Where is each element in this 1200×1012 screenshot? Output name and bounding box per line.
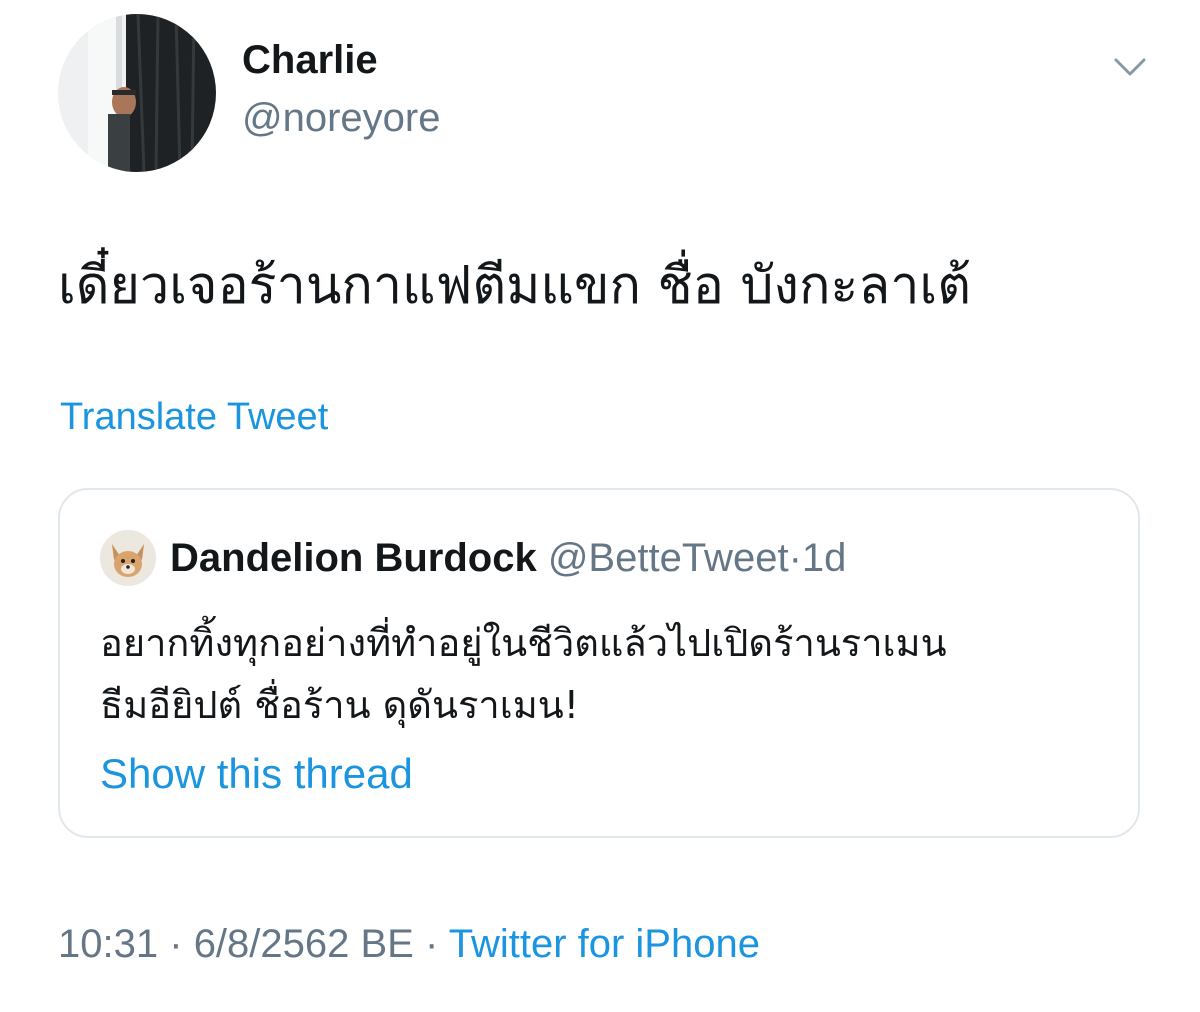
show-thread-link[interactable]: Show this thread bbox=[100, 748, 413, 800]
meta-separator: · bbox=[169, 922, 183, 966]
quoted-text-line: อยากทิ้งทุกอย่างที่ทำอยู่ในชีวิตแล้วไปเป… bbox=[100, 621, 947, 665]
author-handle[interactable]: @noreyore bbox=[242, 94, 440, 142]
tweet-meta: 10:31 · 6/8/2562 BE · Twitter for iPhone bbox=[58, 918, 760, 970]
quoted-separator: · bbox=[788, 536, 802, 580]
quoted-author-avatar bbox=[100, 530, 156, 586]
tweet-text: เดี๋ยวเจอร้านกาแฟตีมแขก ชื่อ บังกะลาเต้ bbox=[58, 256, 971, 316]
meta-separator: · bbox=[425, 922, 439, 966]
tweet-date: 6/8/2562 BE bbox=[193, 922, 414, 966]
author-name[interactable]: Charlie bbox=[242, 36, 378, 84]
quoted-tweet-card[interactable]: Dandelion Burdock @BetteTweet·1d อยากทิ้… bbox=[58, 488, 1140, 838]
quoted-author-handle: @BetteTweet bbox=[547, 536, 789, 580]
translate-tweet-link[interactable]: Translate Tweet bbox=[60, 394, 328, 440]
tweet: Charlie @noreyore เดี๋ยวเจอร้านกาแฟตีมแข… bbox=[0, 0, 1200, 1012]
author-avatar[interactable] bbox=[58, 14, 216, 172]
quoted-author-name: Dandelion Burdock bbox=[170, 536, 537, 580]
quoted-tweet-text: อยากทิ้งทุกอย่างที่ทำอยู่ในชีวิตแล้วไปเป… bbox=[100, 612, 1110, 736]
quoted-text-line: ธีมอียิปต์ ชื่อร้าน ดุดันราเมน! bbox=[100, 683, 579, 727]
tweet-time: 10:31 bbox=[58, 922, 159, 966]
quoted-tweet-header: Dandelion Burdock @BetteTweet·1d bbox=[170, 532, 846, 584]
tweet-source-link[interactable]: Twitter for iPhone bbox=[449, 922, 760, 966]
quoted-timestamp: 1d bbox=[801, 536, 847, 580]
chevron-down-icon[interactable] bbox=[1110, 50, 1150, 84]
